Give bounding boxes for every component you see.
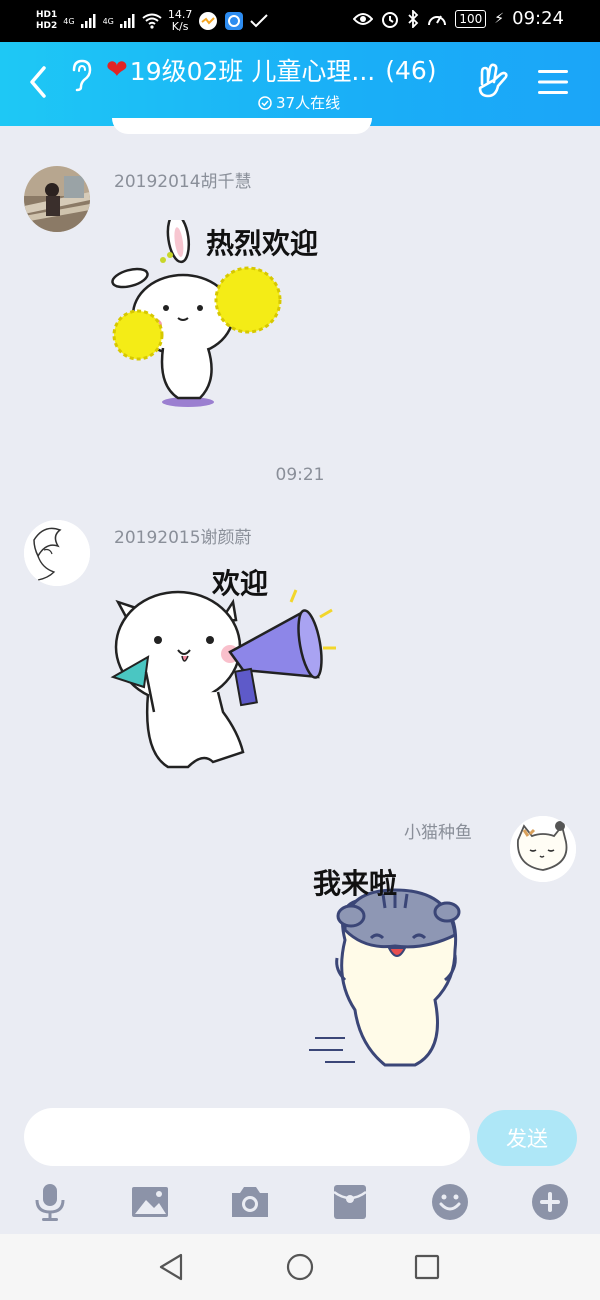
signal-icon-2 <box>119 14 135 28</box>
hd2-label: HD2 <box>36 21 58 31</box>
group-name: 19级02班 儿童心理... <box>129 57 376 86</box>
left-pompom <box>112 309 164 361</box>
wifi-icon <box>142 13 162 29</box>
sticker-caption: 我来啦 <box>313 867 398 900</box>
heart-icon: ❤ <box>106 55 128 85</box>
back-icon[interactable] <box>24 64 54 100</box>
status-bar: HD1 HD2 4G 4G 14.7 K/s 100 ⚡ 09:24 <box>0 0 600 42</box>
nav-home-icon[interactable] <box>285 1252 315 1282</box>
red-packet-icon[interactable] <box>330 1182 370 1222</box>
network-label-1: 4G <box>63 16 75 26</box>
alarm-icon <box>382 11 399 28</box>
hd-indicator: HD1 HD2 <box>36 10 57 32</box>
megaphone <box>228 609 323 707</box>
sticker-caption: 热烈欢迎 <box>206 227 319 260</box>
avatar-self[interactable] <box>510 816 576 882</box>
cat-avatar <box>510 816 576 882</box>
sticker-welcome-cat[interactable]: 欢迎 <box>108 562 338 777</box>
camera-icon[interactable] <box>230 1182 270 1222</box>
sender-name-self: 小猫种鱼 <box>404 823 472 843</box>
message-input[interactable] <box>24 1108 470 1166</box>
chat-header: ❤ 19级02班 儿童心理... (46) 37人在线 <box>0 42 600 126</box>
network-label-2: 4G <box>102 16 114 26</box>
send-button[interactable]: 发送 <box>477 1110 577 1166</box>
emoji-icon[interactable] <box>430 1182 470 1222</box>
plus-icon[interactable] <box>530 1182 570 1222</box>
eye-icon <box>353 12 374 25</box>
sketch-avatar <box>24 520 90 586</box>
battery-indicator: 100 <box>455 9 487 28</box>
sender-name: 20192014胡千慧 <box>114 172 252 192</box>
bluetooth-icon <box>408 9 419 28</box>
time-separator: 09:21 <box>275 465 325 485</box>
nav-recents-icon[interactable] <box>412 1252 442 1282</box>
status-left: HD1 HD2 4G 4G 14.7 K/s <box>36 5 269 37</box>
chat-title[interactable]: ❤ 19级02班 儿童心理... (46) <box>106 52 466 88</box>
nav-back-icon[interactable] <box>157 1252 187 1282</box>
sticker-welcome-bunny[interactable]: 热烈欢迎 <box>108 213 338 415</box>
ear-icon[interactable] <box>68 58 94 92</box>
sticker-hamster[interactable]: 我来啦 <box>305 860 485 1070</box>
member-count: (46) <box>385 55 437 85</box>
right-pompom <box>214 266 282 334</box>
charging-icon: ⚡ <box>494 10 505 27</box>
status-time: 09:24 <box>512 8 564 29</box>
hd1-label: HD1 <box>36 10 58 20</box>
check-notification-icon <box>250 14 269 28</box>
online-status: 37人在线 <box>258 92 340 113</box>
microphone-icon[interactable] <box>30 1182 70 1222</box>
photo-avatar <box>24 166 90 232</box>
menu-icon[interactable] <box>538 68 568 96</box>
sticker-caption: 欢迎 <box>212 567 269 600</box>
music-app-icon <box>225 12 244 30</box>
system-nav-bar <box>0 1234 600 1300</box>
speedometer-icon <box>428 15 447 25</box>
avatar-hu[interactable] <box>24 166 90 232</box>
signal-icon <box>80 14 96 28</box>
avatar-xie[interactable] <box>24 520 90 586</box>
online-count: 37人在线 <box>276 94 341 112</box>
speed-unit: K/s <box>171 20 189 33</box>
image-icon[interactable] <box>130 1182 170 1222</box>
status-right: 100 ⚡ 09:24 <box>353 8 564 29</box>
network-speed: 14.7 K/s <box>168 9 193 33</box>
previous-message-bubble <box>112 118 372 134</box>
composer: 发送 <box>0 1096 600 1234</box>
rock-hand-icon[interactable] <box>476 62 512 102</box>
check-circle-icon <box>258 95 272 110</box>
app-notification-icon <box>199 12 218 30</box>
sender-name: 20192015谢颜蔚 <box>114 528 252 548</box>
